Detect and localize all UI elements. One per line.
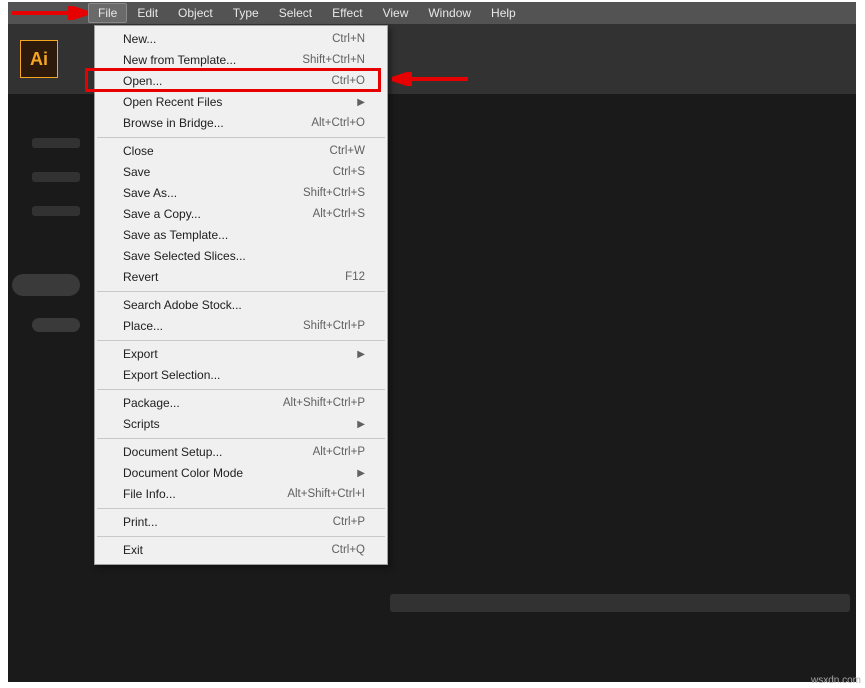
menu-item-shortcut: Shift+Ctrl+P (275, 319, 365, 334)
menu-item-shortcut: Alt+Shift+Ctrl+I (275, 487, 365, 502)
panel-placeholder (12, 274, 80, 296)
menubar-item-effect[interactable]: Effect (322, 3, 372, 23)
menu-item-shortcut: Ctrl+N (275, 32, 365, 47)
menu-item-label: Export Selection... (123, 368, 275, 383)
menu-separator (97, 438, 385, 439)
menu-item-shortcut: Ctrl+O (275, 74, 365, 89)
status-bar (390, 594, 850, 612)
panel-placeholder (32, 206, 80, 216)
menu-item-label: Exit (123, 543, 275, 558)
menu-item-label: Save As... (123, 186, 275, 201)
menubar-item-view[interactable]: View (373, 3, 419, 23)
menu-item-save-as-template[interactable]: Save as Template... (95, 225, 387, 246)
menubar-item-type[interactable]: Type (223, 3, 269, 23)
menu-item-shortcut: F12 (275, 270, 365, 285)
menu-item-export[interactable]: Export ▶ (95, 344, 387, 365)
menu-item-label: Export (123, 347, 351, 362)
menu-separator (97, 389, 385, 390)
menu-item-shortcut: Ctrl+W (275, 144, 365, 159)
menu-item-label: Document Setup... (123, 445, 275, 460)
menu-item-open-recent-files[interactable]: Open Recent Files ▶ (95, 92, 387, 113)
menu-item-label: Open Recent Files (123, 95, 351, 110)
menu-item-label: Save a Copy... (123, 207, 275, 222)
menu-item-save[interactable]: SaveCtrl+S (95, 162, 387, 183)
menu-item-label: New from Template... (123, 53, 275, 68)
menu-item-save-as[interactable]: Save As...Shift+Ctrl+S (95, 183, 387, 204)
menu-item-label: Scripts (123, 417, 351, 432)
menu-item-revert[interactable]: RevertF12 (95, 267, 387, 288)
menu-item-label: Save Selected Slices... (123, 249, 275, 264)
chevron-right-icon: ▶ (357, 95, 365, 110)
menu-item-new-from-template[interactable]: New from Template...Shift+Ctrl+N (95, 50, 387, 71)
menubar-item-window[interactable]: Window (418, 3, 481, 23)
chevron-right-icon: ▶ (357, 347, 365, 362)
menu-separator (97, 536, 385, 537)
menu-item-label: Open... (123, 74, 275, 89)
menubar-item-help[interactable]: Help (481, 3, 526, 23)
menu-item-search-adobe-stock[interactable]: Search Adobe Stock... (95, 295, 387, 316)
menu-item-label: New... (123, 32, 275, 47)
menu-item-label: Revert (123, 270, 275, 285)
menu-item-shortcut: Ctrl+P (275, 515, 365, 530)
menu-item-export-selection[interactable]: Export Selection... (95, 365, 387, 386)
chevron-right-icon: ▶ (357, 466, 365, 481)
panel-placeholder (32, 172, 80, 182)
menu-item-place[interactable]: Place...Shift+Ctrl+P (95, 316, 387, 337)
panel-placeholder (32, 138, 80, 148)
watermark: wsxdn.com (811, 675, 861, 686)
menu-item-label: Close (123, 144, 275, 159)
menu-item-shortcut: Alt+Ctrl+O (275, 116, 365, 131)
menu-item-exit[interactable]: ExitCtrl+Q (95, 540, 387, 561)
menu-item-close[interactable]: CloseCtrl+W (95, 141, 387, 162)
app-logo: Ai (20, 40, 58, 78)
menu-item-shortcut: Ctrl+S (275, 165, 365, 180)
menu-item-shortcut: Alt+Shift+Ctrl+P (275, 396, 365, 411)
chevron-right-icon: ▶ (357, 417, 365, 432)
menubar-item-file[interactable]: File (88, 3, 127, 23)
menu-item-label: Search Adobe Stock... (123, 298, 275, 313)
menu-item-browse-in-bridge[interactable]: Browse in Bridge...Alt+Ctrl+O (95, 113, 387, 134)
menubar-item-object[interactable]: Object (168, 3, 223, 23)
menu-item-print[interactable]: Print...Ctrl+P (95, 512, 387, 533)
menu-item-label: Place... (123, 319, 275, 334)
menu-item-package[interactable]: Package...Alt+Shift+Ctrl+P (95, 393, 387, 414)
menubar-item-select[interactable]: Select (269, 3, 322, 23)
menu-item-shortcut: Alt+Ctrl+S (275, 207, 365, 222)
logo-text: Ai (30, 49, 48, 70)
app-frame: FileEditObjectTypeSelectEffectViewWindow… (8, 2, 856, 682)
menu-item-label: Save (123, 165, 275, 180)
menu-bar: FileEditObjectTypeSelectEffectViewWindow… (8, 2, 856, 24)
menu-item-label: Package... (123, 396, 275, 411)
menu-item-file-info[interactable]: File Info...Alt+Shift+Ctrl+I (95, 484, 387, 505)
menu-item-shortcut: Shift+Ctrl+S (275, 186, 365, 201)
menu-item-label: File Info... (123, 487, 275, 502)
menu-item-document-color-mode[interactable]: Document Color Mode ▶ (95, 463, 387, 484)
menu-separator (97, 508, 385, 509)
file-menu-dropdown: New...Ctrl+NNew from Template...Shift+Ct… (94, 25, 388, 565)
menu-item-document-setup[interactable]: Document Setup...Alt+Ctrl+P (95, 442, 387, 463)
menu-separator (97, 137, 385, 138)
menu-item-shortcut: Ctrl+Q (275, 543, 365, 558)
menu-separator (97, 291, 385, 292)
menu-item-label: Print... (123, 515, 275, 530)
menu-item-save-selected-slices[interactable]: Save Selected Slices... (95, 246, 387, 267)
menu-item-label: Document Color Mode (123, 466, 351, 481)
menu-item-new[interactable]: New...Ctrl+N (95, 29, 387, 50)
menubar-item-edit[interactable]: Edit (127, 3, 168, 23)
menu-item-label: Save as Template... (123, 228, 275, 243)
menu-item-scripts[interactable]: Scripts ▶ (95, 414, 387, 435)
panel-placeholder (32, 318, 80, 332)
menu-item-shortcut: Alt+Ctrl+P (275, 445, 365, 460)
menu-item-save-a-copy[interactable]: Save a Copy...Alt+Ctrl+S (95, 204, 387, 225)
menu-separator (97, 340, 385, 341)
menu-item-label: Browse in Bridge... (123, 116, 275, 131)
menu-item-shortcut: Shift+Ctrl+N (275, 53, 365, 68)
menu-item-open[interactable]: Open...Ctrl+O (95, 71, 387, 92)
